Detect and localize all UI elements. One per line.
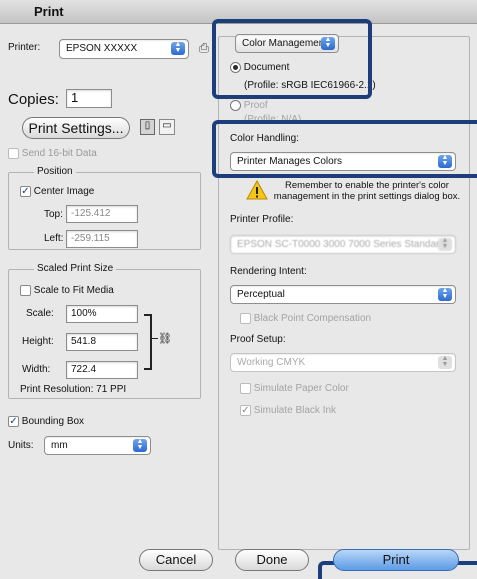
warning-text: Remember to enable the printer's color m… — [273, 180, 461, 202]
black-point-row[interactable]: Black Point Compensation — [240, 313, 371, 324]
scale-to-fit-row[interactable]: Scale to Fit Media — [20, 285, 114, 296]
copies-label: Copies: — [8, 91, 59, 108]
proof-setup-label: Proof Setup: — [230, 334, 286, 345]
copies-field[interactable]: 1 — [66, 89, 112, 108]
rendering-intent-label: Rendering Intent: — [230, 266, 307, 277]
units-select[interactable]: mm ▲ ▼ — [44, 436, 151, 455]
top-field[interactable]: -125.412 — [66, 205, 138, 223]
stepper-arrows-icon: ▲ ▼ — [133, 438, 147, 452]
proof-label: Proof — [243, 100, 268, 112]
print-button[interactable]: Print — [333, 549, 459, 571]
bounding-box-row[interactable]: ✓ Bounding Box — [8, 416, 84, 427]
done-button[interactable]: Done — [235, 549, 309, 571]
scale-field[interactable]: 100% — [66, 305, 138, 323]
bounding-box-checkbox[interactable]: ✓ — [8, 416, 19, 427]
rendering-intent-value: Perceptual — [237, 289, 285, 300]
stepper-arrows-icon: ▲ ▼ — [438, 355, 452, 369]
width-label: Width: — [22, 364, 51, 375]
left-label: Left: — [44, 233, 64, 244]
warning-icon — [246, 179, 268, 200]
cancel-button[interactable]: Cancel — [139, 549, 213, 571]
center-image-checkbox[interactable]: ✓ — [20, 186, 31, 197]
landscape-orientation-icon[interactable]: ▭ — [159, 119, 175, 135]
printer-value: EPSON XXXXX — [66, 43, 138, 54]
constrain-bracket — [144, 314, 152, 370]
simulate-paper-label: Simulate Paper Color — [253, 383, 349, 395]
proof-radio[interactable] — [230, 100, 241, 111]
print-dialog: Print Printer: EPSON XXXXX ▲ ▼ ⎙ Copies: … — [0, 0, 477, 579]
height-field[interactable]: 541.8 — [66, 333, 138, 351]
chain-link-icon[interactable]: ⛓ — [158, 332, 172, 345]
portrait-orientation-icon[interactable]: ▯ — [140, 119, 155, 135]
rendering-intent-select[interactable]: Perceptual ▲ ▼ — [230, 285, 456, 304]
black-point-label: Black Point Compensation — [253, 313, 372, 325]
scaled-print-size-title: Scaled Print Size — [34, 263, 117, 274]
printer-profile-value: EPSON SC-T0000 3000 7000 Series Standard — [237, 239, 445, 250]
scale-to-fit-checkbox[interactable] — [20, 285, 31, 296]
printer-profile-label: Printer Profile: — [230, 214, 294, 225]
highlight-color-handling — [212, 120, 477, 178]
stepper-arrows-icon: ▲ ▼ — [438, 237, 452, 251]
window-title: Print — [34, 4, 64, 19]
send-16bit-row[interactable]: Send 16-bit Data — [8, 148, 97, 159]
center-image-row[interactable]: ✓ Center Image — [20, 186, 94, 197]
simulate-paper-checkbox[interactable] — [240, 383, 251, 394]
printer-select[interactable]: EPSON XXXXX ▲ ▼ — [59, 39, 189, 59]
print-settings-button[interactable]: Print Settings... — [22, 117, 130, 139]
stepper-arrows-icon: ▲ ▼ — [171, 41, 185, 55]
simulate-paper-row[interactable]: Simulate Paper Color — [240, 383, 349, 394]
width-field[interactable]: 722.4 — [66, 361, 138, 379]
units-value: mm — [51, 440, 68, 451]
simulate-black-checkbox[interactable]: ✓ — [240, 405, 251, 416]
printer-setup-icon[interactable]: ⎙ — [196, 40, 212, 56]
proof-setup-select[interactable]: Working CMYK ▲ ▼ — [230, 353, 456, 372]
height-label: Height: — [22, 336, 54, 347]
stepper-arrows-icon: ▲ ▼ — [438, 287, 452, 301]
scale-to-fit-label: Scale to Fit Media — [33, 285, 114, 297]
printer-profile-select[interactable]: EPSON SC-T0000 3000 7000 Series Standard… — [230, 235, 456, 254]
scale-label: Scale: — [26, 308, 54, 319]
simulate-black-label: Simulate Black Ink — [253, 405, 337, 417]
bounding-box-label: Bounding Box — [21, 416, 85, 428]
position-title: Position — [34, 166, 76, 177]
proof-radio-row[interactable]: Proof — [230, 100, 268, 111]
simulate-black-row[interactable]: ✓ Simulate Black Ink — [240, 405, 336, 416]
units-label: Units: — [8, 440, 34, 451]
send-16bit-checkbox[interactable] — [8, 148, 19, 159]
highlight-color-management — [212, 19, 372, 99]
proof-setup-value: Working CMYK — [237, 357, 306, 368]
black-point-checkbox[interactable] — [240, 313, 251, 324]
print-resolution: Print Resolution: 71 PPI — [20, 384, 127, 395]
center-image-label: Center Image — [33, 186, 95, 198]
left-field[interactable]: -259.115 — [66, 230, 138, 248]
printer-label: Printer: — [8, 42, 41, 53]
send-16bit-label: Send 16-bit Data — [21, 148, 97, 160]
top-label: Top: — [44, 209, 63, 220]
